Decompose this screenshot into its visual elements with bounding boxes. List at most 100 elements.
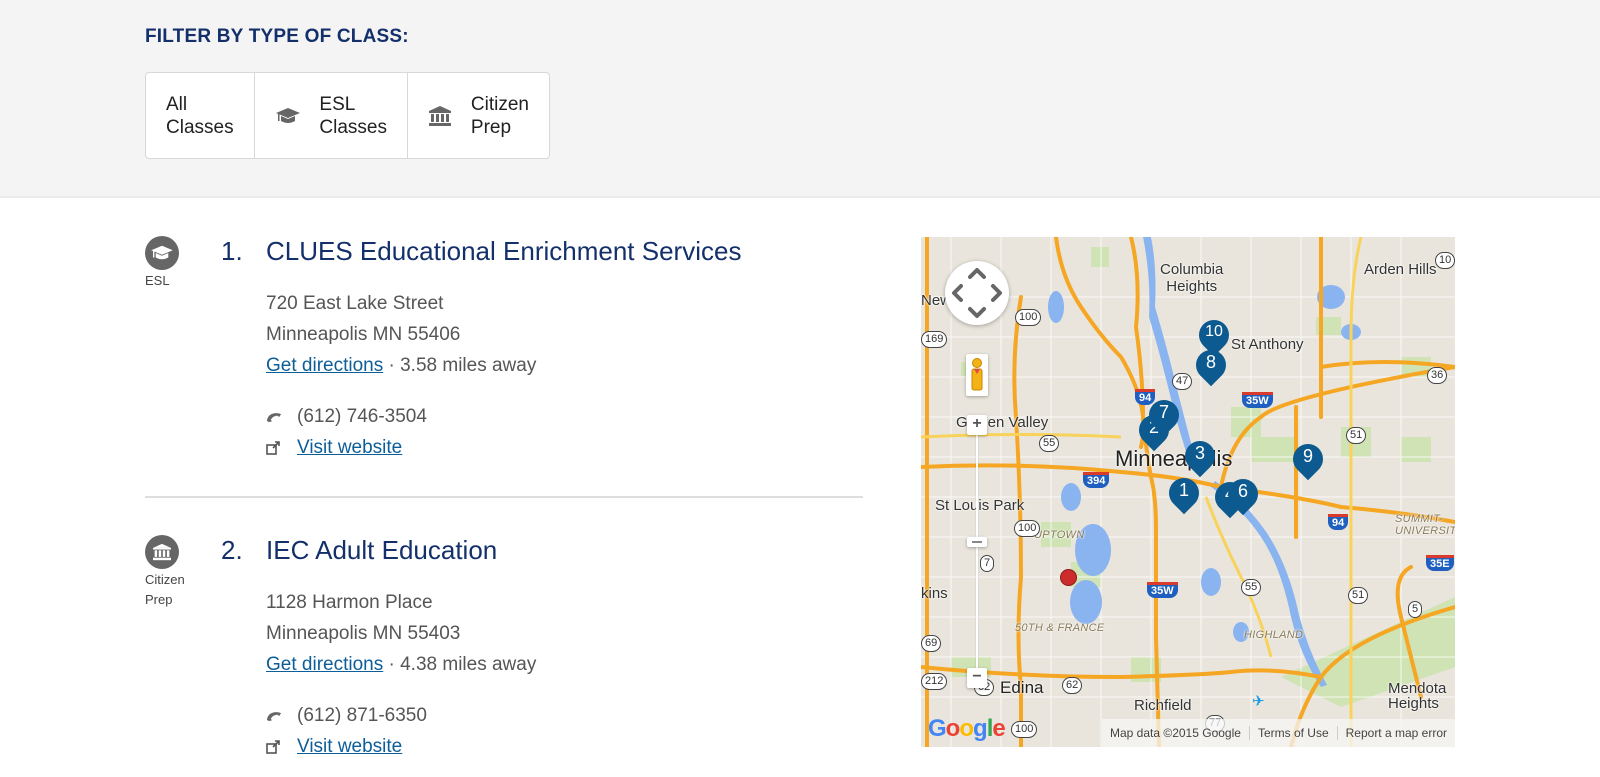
map-marker[interactable]: 1 <box>1162 471 1206 518</box>
filter-all-classes-button[interactable]: All Classes <box>146 73 255 158</box>
route-shield: 7 <box>980 555 995 572</box>
address: 1128 Harmon Place Minneapolis MN 55403 G… <box>266 587 536 680</box>
terms-of-use-link[interactable]: Terms of Use <box>1248 726 1337 740</box>
airport-icon: ✈ <box>1252 693 1265 710</box>
filter-label: ESL <box>319 93 356 115</box>
map-marker[interactable]: 6 <box>1221 472 1265 519</box>
route-shield: 51 <box>1346 427 1367 444</box>
result-item: Citizen Prep 2. IEC Adult Education 1128… <box>145 535 863 775</box>
zoom-slider-thumb[interactable] <box>967 537 987 547</box>
route-shield: 212 <box>921 673 948 690</box>
get-directions-link[interactable]: Get directions <box>266 654 383 675</box>
route-shield: 36 <box>1427 367 1448 384</box>
route-shield: 169 <box>921 331 948 348</box>
zoom-slider-track[interactable] <box>976 425 978 675</box>
route-shield: 47 <box>1172 373 1193 390</box>
get-directions-link[interactable]: Get directions <box>266 355 383 376</box>
map-attribution: Map data ©2015 Google Terms of Use Repor… <box>1102 719 1455 747</box>
result-title[interactable]: IEC Adult Education <box>266 535 497 566</box>
current-location-marker[interactable] <box>1060 569 1077 586</box>
map-label-st-anthony: St Anthony <box>1231 336 1304 353</box>
filter-label: Classes <box>166 116 234 138</box>
result-number: 2. <box>221 535 243 565</box>
google-logo[interactable]: Google <box>928 715 1006 743</box>
zoom-out-button[interactable]: − <box>967 668 987 688</box>
map-label-summit-university: SUMMIT-UNIVERSITY <box>1395 513 1455 537</box>
filter-label: Classes <box>319 116 387 138</box>
interstate-shield: 94 <box>1328 514 1349 530</box>
report-map-error-link[interactable]: Report a map error <box>1336 726 1455 740</box>
result-number: 1. <box>221 236 243 266</box>
class-type-badge: Citizen Prep <box>145 535 195 609</box>
map-pan-control[interactable] <box>945 261 1009 325</box>
phone-icon <box>266 409 282 425</box>
address-line-1: 1128 Harmon Place <box>266 592 433 613</box>
filter-citizen-prep-button[interactable]: Citizen Prep <box>408 73 549 158</box>
external-link-icon <box>266 739 282 755</box>
map-marker[interactable]: 7 <box>1142 393 1186 440</box>
interstate-shield: 35W <box>1147 582 1178 598</box>
distance-text: · 4.38 miles away <box>383 654 537 675</box>
address-line-2: Minneapolis MN 55403 <box>266 623 461 644</box>
badge-label: Prep <box>145 592 173 607</box>
street-view-pegman[interactable] <box>966 354 988 396</box>
class-type-badge: ESL <box>145 236 195 290</box>
map-label-richfield: Richfield <box>1134 697 1192 714</box>
route-shield: 55 <box>1039 435 1060 452</box>
contact-info: (612) 746-3504 Visit website <box>266 401 427 463</box>
interstate-shield: 35W <box>1242 392 1273 408</box>
pan-arrows-icon <box>952 268 1002 318</box>
pegman-icon <box>971 358 983 391</box>
graduation-cap-icon <box>275 105 301 127</box>
external-link-icon <box>266 440 282 456</box>
interstate-shield: 394 <box>1083 472 1110 488</box>
map-data-text: Map data ©2015 Google <box>1110 726 1241 740</box>
route-shield: 100 <box>1014 520 1041 537</box>
address-line-2: Minneapolis MN 55406 <box>266 324 461 345</box>
graduation-cap-icon <box>145 236 179 270</box>
filter-label: All <box>166 93 188 115</box>
filter-title: FILTER BY TYPE OF CLASS: <box>145 26 409 47</box>
route-shield: 55 <box>1241 579 1262 596</box>
phone-number: (612) 871-6350 <box>297 705 427 726</box>
distance-text: · 3.58 miles away <box>383 355 537 376</box>
route-shield: 100 <box>1011 721 1038 738</box>
result-item: ESL 1. CLUES Educational Enrichment Serv… <box>145 236 863 476</box>
map-label-arden-hills: Arden Hills <box>1364 261 1437 278</box>
route-shield: 69 <box>921 635 942 652</box>
government-building-icon <box>428 105 453 127</box>
route-shield: 5 <box>1408 601 1423 618</box>
map-label-st-louis-park: St Louis Park <box>935 497 1025 514</box>
phone-number: (612) 746-3504 <box>297 406 427 427</box>
map-marker[interactable]: 9 <box>1286 437 1330 484</box>
map[interactable]: Columbia Heights Arden Hills New St Antho… <box>921 237 1455 747</box>
route-shield: 51 <box>1348 587 1369 604</box>
address-line-1: 720 East Lake Street <box>266 293 444 314</box>
visit-website-link[interactable]: Visit website <box>297 432 402 463</box>
contact-info: (612) 871-6350 Visit website <box>266 700 427 762</box>
address: 720 East Lake Street Minneapolis MN 5540… <box>266 288 536 381</box>
map-label-columbia-heights: Columbia Heights <box>1160 261 1224 295</box>
class-type-filter: All Classes ESL Classes Citizen Prep <box>145 72 550 159</box>
filter-section: FILTER BY TYPE OF CLASS: All Classes ESL… <box>0 0 1600 198</box>
government-building-icon <box>145 535 179 569</box>
filter-label: Citizen <box>470 93 529 115</box>
interstate-shield: 35E <box>1426 555 1454 571</box>
map-label-mendota-heights: Mendota Heights <box>1388 680 1447 712</box>
result-title[interactable]: CLUES Educational Enrichment Services <box>266 236 741 267</box>
visit-website-link[interactable]: Visit website <box>297 731 402 762</box>
map-label-uptown: UPTOWN <box>1034 529 1085 541</box>
map-label-highland: HIGHLAND <box>1244 629 1304 641</box>
filter-esl-classes-button[interactable]: ESL Classes <box>255 73 408 158</box>
route-shield: 100 <box>1015 309 1042 326</box>
zoom-in-button[interactable]: + <box>967 415 987 435</box>
map-label-50th-france: 50TH & FRANCE <box>1015 622 1105 634</box>
map-marker[interactable]: 10 <box>1192 313 1236 360</box>
badge-label: Citizen <box>145 572 185 587</box>
map-label-hopkins: kins <box>921 585 948 602</box>
filter-label: Prep <box>470 116 512 138</box>
route-shield: 10 <box>1435 252 1455 269</box>
map-marker[interactable]: 3 <box>1178 434 1222 481</box>
result-divider <box>145 496 863 498</box>
route-shield: 62 <box>1062 677 1083 694</box>
